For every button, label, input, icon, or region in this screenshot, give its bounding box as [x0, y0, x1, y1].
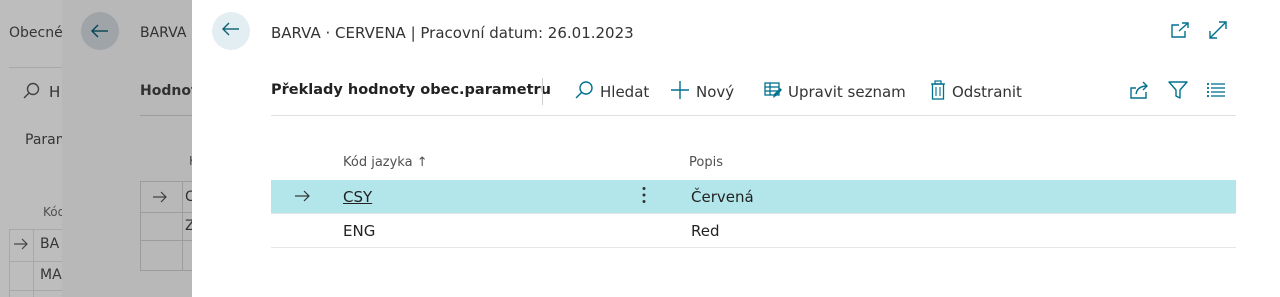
column-header-language-code-label: Kód jazyka: [343, 155, 413, 170]
row-actions-menu[interactable]: [637, 187, 651, 207]
current-row-arrow-icon: [293, 187, 311, 205]
page-caption: Překlady hodnoty obec.parametru: [271, 82, 551, 98]
action-bar: Překlady hodnoty obec.parametru Hledat N…: [271, 68, 1236, 116]
new-button[interactable]: Nový: [670, 79, 734, 105]
description-cell[interactable]: Red: [691, 222, 720, 240]
list-view-button[interactable]: [1204, 80, 1228, 104]
expand-button[interactable]: [1207, 21, 1229, 43]
toolbar-separator: [542, 78, 543, 105]
edit-list-label: Upravit seznam: [788, 83, 906, 101]
open-in-new-window-icon: [1170, 21, 1190, 43]
table-row[interactable]: CSY Červená: [271, 180, 1236, 214]
delete-button[interactable]: Odstranit: [930, 79, 1022, 105]
dialog-content: Překlady hodnoty obec.parametru Hledat N…: [192, 68, 1280, 297]
plus-icon: [670, 80, 690, 104]
new-label: Nový: [696, 83, 735, 101]
bg1-overlay: [0, 0, 62, 297]
more-options-icon: [642, 186, 646, 208]
search-label: Hledat: [600, 83, 650, 101]
back-button[interactable]: [212, 12, 250, 50]
open-in-new-window-button[interactable]: [1169, 21, 1191, 43]
list-view-icon: [1206, 81, 1226, 103]
search-icon: [574, 80, 594, 104]
expand-icon: [1208, 20, 1228, 44]
language-code-cell[interactable]: ENG: [343, 222, 375, 240]
description-cell[interactable]: Červená: [691, 188, 754, 206]
bg2-overlay: [62, 0, 192, 297]
language-code-cell[interactable]: CSY: [343, 188, 372, 206]
sort-ascending-icon: ↑: [416, 155, 428, 170]
table-row[interactable]: ENG Red: [271, 214, 1236, 248]
filter-icon: [1168, 80, 1188, 104]
share-button[interactable]: [1128, 80, 1152, 104]
dialog-header: BARVA · CERVENA | Pracovní datum: 26.01.…: [192, 0, 1280, 68]
delete-label: Odstranit: [952, 83, 1022, 101]
back-arrow-icon: [221, 21, 241, 41]
column-header-description[interactable]: Popis: [689, 155, 723, 170]
edit-list-icon: [764, 81, 782, 103]
filter-button[interactable]: [1166, 80, 1190, 104]
share-icon: [1129, 80, 1151, 104]
translations-dialog: BARVA · CERVENA | Pracovní datum: 26.01.…: [192, 0, 1280, 297]
edit-list-button[interactable]: Upravit seznam: [764, 79, 906, 105]
search-button[interactable]: Hledat: [574, 79, 649, 105]
trash-icon: [930, 80, 946, 104]
column-header-language-code[interactable]: Kód jazyka ↑: [343, 155, 428, 170]
dialog-title: BARVA · CERVENA | Pracovní datum: 26.01.…: [271, 24, 634, 42]
